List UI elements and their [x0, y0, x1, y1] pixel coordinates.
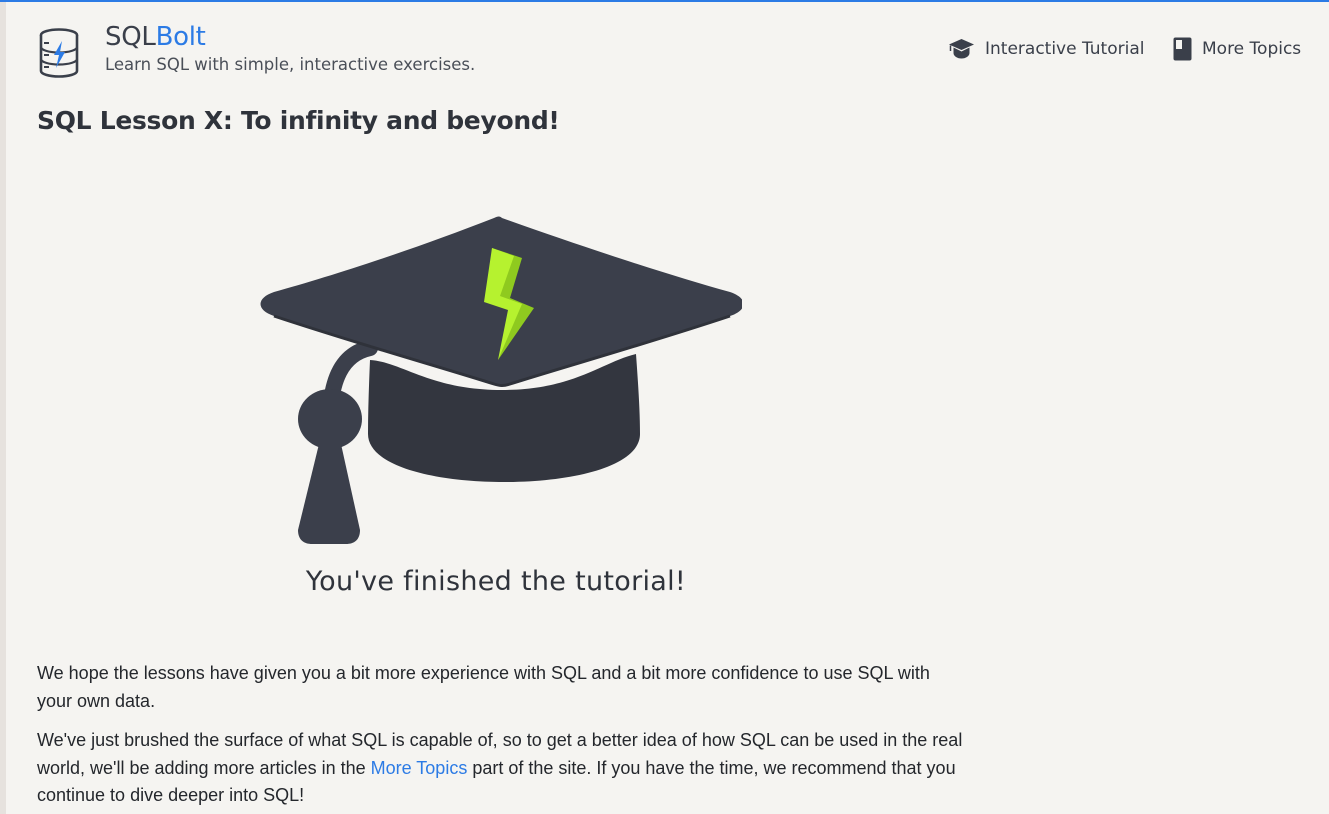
nav-tutorial-label: Interactive Tutorial: [985, 39, 1145, 59]
lesson-paragraph-2: We've just brushed the surface of what S…: [37, 727, 967, 810]
database-bolt-icon: [39, 28, 79, 78]
brand-tagline: Learn SQL with simple, interactive exerc…: [105, 55, 476, 74]
nav-interactive-tutorial[interactable]: Interactive Tutorial: [948, 36, 1144, 62]
nav-topics-label: More Topics: [1202, 39, 1302, 59]
nav-more-topics[interactable]: More Topics: [1173, 36, 1301, 62]
page-container: SQLBolt Learn SQL with simple, interacti…: [6, 2, 1329, 814]
lesson-title: SQL Lesson X: To infinity and beyond!: [37, 106, 560, 135]
more-topics-link[interactable]: More Topics: [371, 758, 468, 778]
graduation-cap-bolt-icon: [260, 216, 742, 544]
graduation-cap-icon: [949, 39, 974, 59]
tutorial-finished-heading: You've finished the tutorial!: [305, 566, 687, 597]
book-icon: [1173, 37, 1192, 61]
brand-logo-text[interactable]: SQLBolt: [105, 20, 206, 54]
lesson-paragraph-1: We hope the lessons have given you a bit…: [37, 663, 930, 711]
brand-name-sql: SQL: [105, 22, 156, 52]
brand-name-bolt: Bolt: [155, 22, 206, 52]
